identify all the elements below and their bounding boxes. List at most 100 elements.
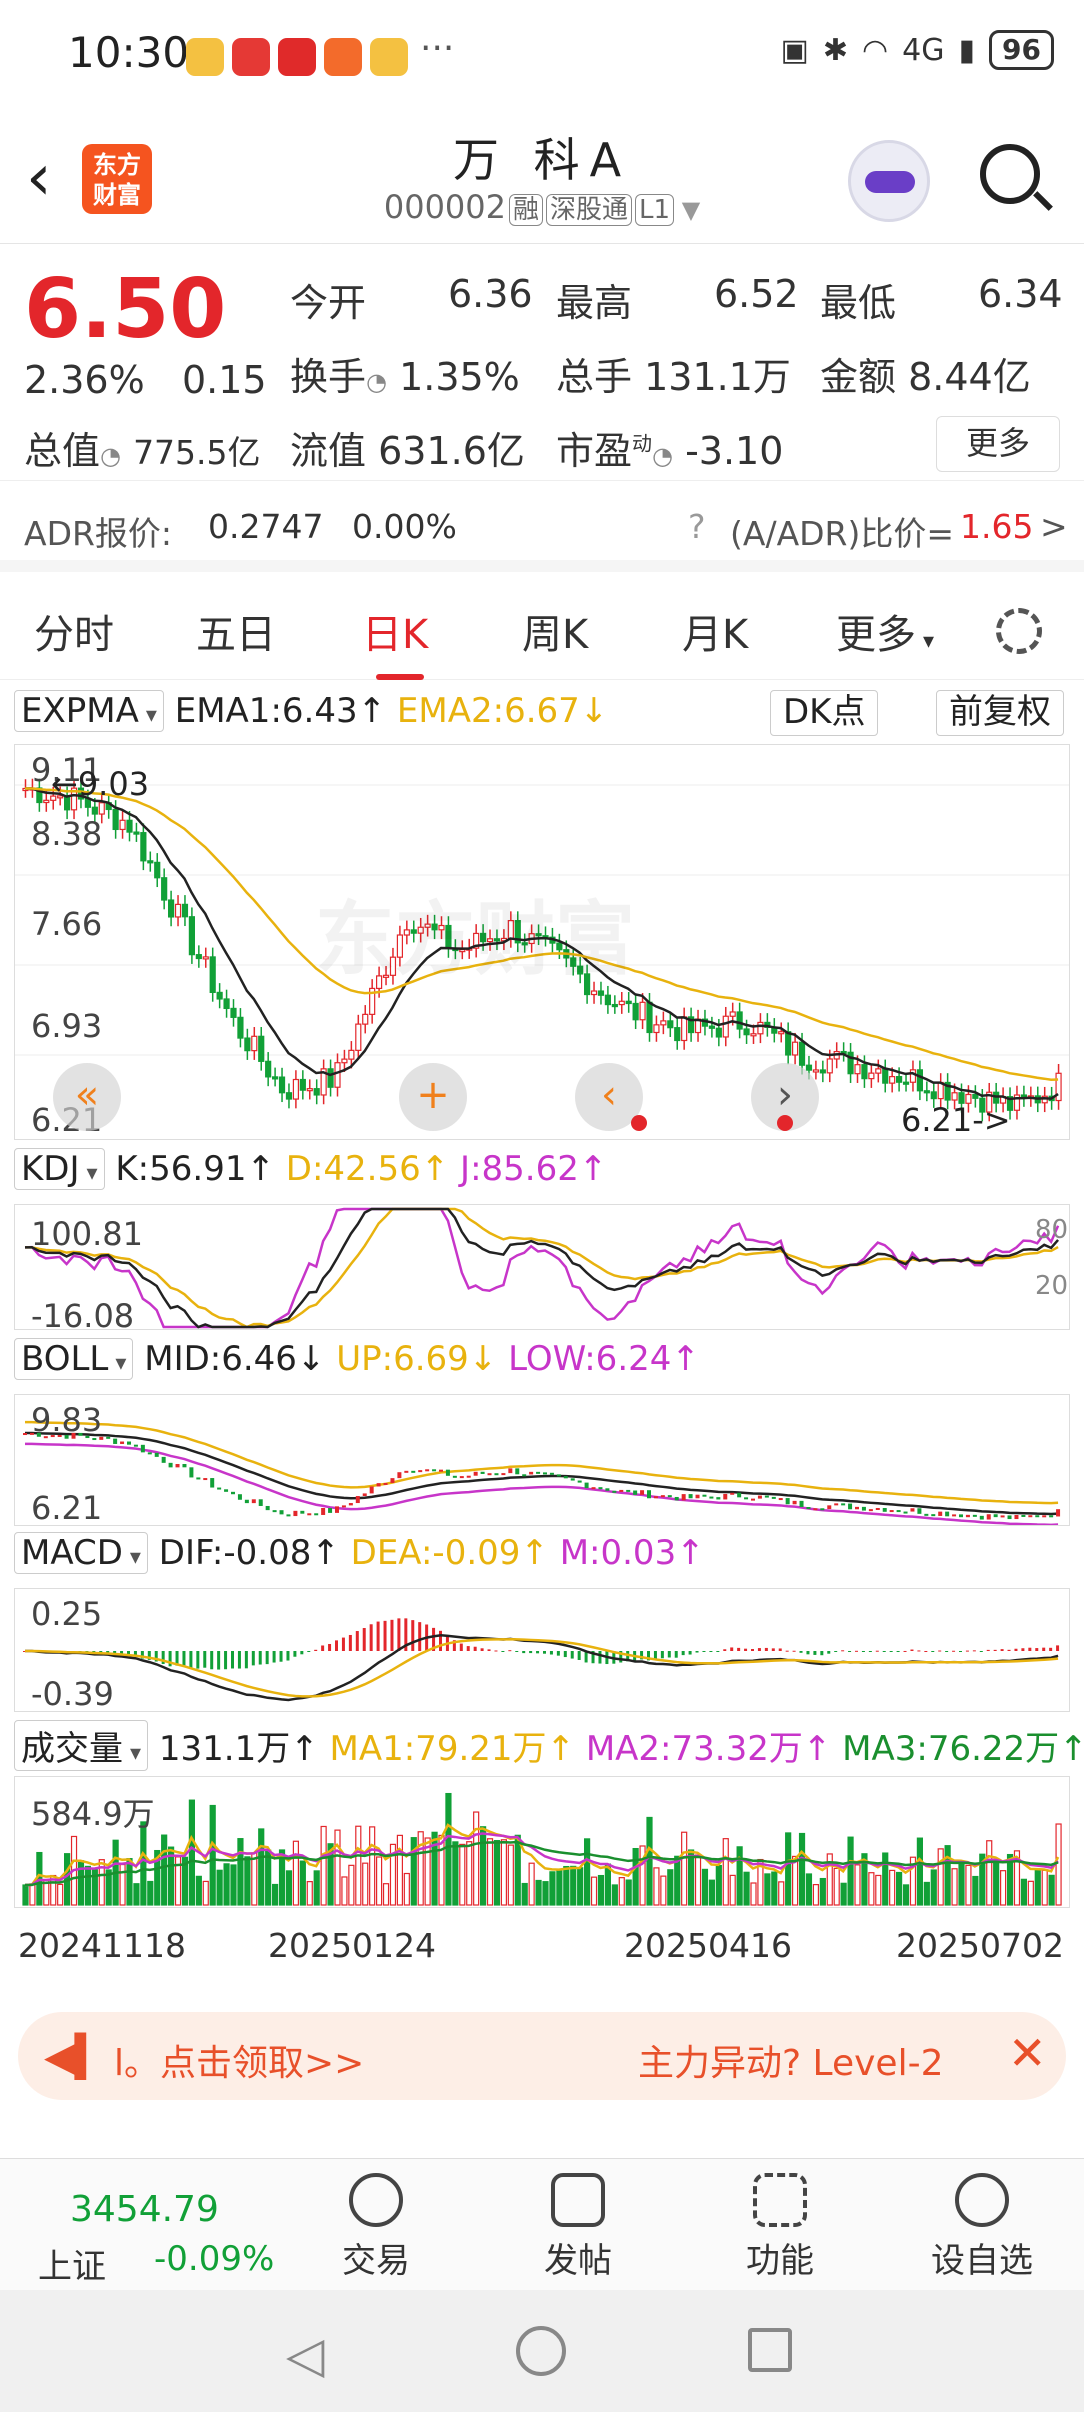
- candle-body: [667, 1020, 674, 1029]
- candle-body: [736, 1011, 743, 1030]
- robot-assistant-icon[interactable]: [848, 140, 930, 222]
- expma-selector[interactable]: EXPMA: [14, 690, 164, 732]
- macd-selector[interactable]: MACD: [14, 1532, 148, 1574]
- macd-bar: [286, 1651, 290, 1661]
- boll-candle: [785, 1498, 790, 1505]
- nav-home-icon[interactable]: [516, 2326, 566, 2376]
- boll-candle: [224, 1489, 229, 1492]
- macd-bar: [314, 1649, 318, 1651]
- boll-candle: [827, 1505, 832, 1510]
- macd-bar: [1000, 1649, 1004, 1651]
- kdj-chart[interactable]: 100.81 -16.08 80 20: [14, 1204, 1070, 1330]
- tab-five-day[interactable]: 五日: [196, 602, 276, 660]
- volume-bar: [285, 1870, 293, 1906]
- index-value[interactable]: 3454.79: [70, 2189, 219, 2230]
- tab-intraday[interactable]: 分时: [34, 602, 114, 660]
- volume-bar: [493, 1839, 501, 1906]
- macd-bar: [709, 1651, 713, 1652]
- expma-row: EXPMA EMA1:6.43↑ EMA2:6.67↓ DK点 前复权: [14, 690, 1070, 740]
- tab-daily-k[interactable]: 日K: [362, 602, 428, 680]
- candle-body: [708, 1025, 716, 1029]
- volume-bar: [951, 1868, 958, 1906]
- index-change[interactable]: -0.09%: [154, 2239, 274, 2279]
- volume-bar: [805, 1873, 813, 1906]
- current-price: 6.50: [24, 262, 227, 357]
- boll-candle: [660, 1495, 665, 1498]
- add-watchlist-button[interactable]: 设自选: [922, 2173, 1042, 2282]
- kline-chart[interactable]: 东方财富 9.11 8.38 7.66 6.93 6.21 ←9.03 6.21…: [14, 744, 1070, 1140]
- low-value: 6.34: [978, 272, 1063, 316]
- candle-body: [327, 1068, 334, 1088]
- trade-button[interactable]: 交易: [316, 2173, 436, 2282]
- nav-back-icon[interactable]: ◁: [286, 2326, 324, 2384]
- dk-point-button[interactable]: DK点: [770, 690, 879, 736]
- close-icon[interactable]: ✕: [1008, 2026, 1047, 2080]
- volume-bar: [230, 1864, 237, 1906]
- macd-bar: [882, 1651, 886, 1652]
- plus-icon[interactable]: +: [399, 1063, 467, 1131]
- candle-body: [791, 1041, 799, 1056]
- volume-bar: [902, 1884, 910, 1906]
- boll-candle: [834, 1503, 839, 1506]
- boll-selector[interactable]: BOLL: [14, 1338, 134, 1380]
- volume-bar: [528, 1862, 535, 1906]
- banner-right-text[interactable]: 主力异动? Level-2: [638, 2034, 943, 2086]
- help-icon[interactable]: ?: [688, 507, 706, 546]
- adr-row[interactable]: ADR报价: 0.2747 0.00% ? (A/ADR)比价= 1.65 >: [0, 480, 1084, 572]
- more-button[interactable]: 更多: [936, 416, 1060, 472]
- zoom-out-icon[interactable]: «: [53, 1063, 121, 1131]
- kdj-selector[interactable]: KDJ: [14, 1148, 105, 1190]
- macd-chart[interactable]: 0.25 -0.39: [14, 1588, 1070, 1712]
- index-name[interactable]: 上证: [38, 2239, 106, 2288]
- chevron-down-icon[interactable]: ▼: [674, 196, 700, 224]
- boll-y-bottom: 6.21: [31, 1489, 103, 1526]
- post-button[interactable]: 发帖: [518, 2173, 638, 2282]
- macd-bar: [938, 1650, 942, 1652]
- macd-bar: [806, 1651, 810, 1655]
- yen-icon: [349, 2173, 403, 2227]
- boll-candle: [404, 1470, 409, 1473]
- adjust-button[interactable]: 前复权: [936, 690, 1064, 736]
- promo-banner[interactable]: ◀▍ l。点击领取>> 主力异动? Level-2 ✕: [18, 2012, 1066, 2100]
- candle-body: [43, 799, 50, 804]
- nav-recent-icon[interactable]: [748, 2328, 792, 2372]
- boll-candle: [619, 1489, 624, 1492]
- boll-candle: [598, 1487, 603, 1490]
- settings-gear-icon[interactable]: [996, 608, 1042, 654]
- volume-bar: [313, 1870, 320, 1906]
- boll-candle: [1000, 1515, 1005, 1518]
- volume-bar: [1027, 1880, 1034, 1906]
- macd-bar: [224, 1651, 228, 1670]
- macd-bar: [293, 1651, 297, 1657]
- volume-bar: [882, 1852, 889, 1906]
- candle-body: [98, 802, 105, 815]
- volume-bar: [681, 1831, 688, 1906]
- boll-candle: [272, 1510, 277, 1513]
- volume-bar: [251, 1852, 258, 1906]
- function-button[interactable]: 功能: [720, 2173, 840, 2282]
- boll-candle: [411, 1470, 416, 1473]
- boll-candle: [952, 1514, 957, 1517]
- volume-bar: [1055, 1823, 1062, 1906]
- tab-more[interactable]: 更多 ▾: [836, 602, 934, 660]
- macd-bar: [771, 1648, 775, 1651]
- kdj-80: 80: [1035, 1215, 1069, 1245]
- tab-weekly-k[interactable]: 周K: [522, 602, 588, 660]
- boll-candle: [459, 1476, 464, 1479]
- macd-bar: [598, 1651, 602, 1664]
- boll-candle: [709, 1496, 714, 1499]
- tab-monthly-k[interactable]: 月K: [682, 602, 748, 660]
- boll-candle: [390, 1478, 395, 1483]
- volume-selector[interactable]: 成交量: [14, 1720, 149, 1771]
- boll-candle: [910, 1508, 915, 1512]
- boll-chart[interactable]: 9.83 6.21: [14, 1394, 1070, 1526]
- macd-bar: [210, 1651, 214, 1670]
- volume-bar: [396, 1834, 403, 1906]
- macd-bar: [279, 1651, 283, 1662]
- weibo-icon: [186, 38, 224, 76]
- search-icon[interactable]: [980, 144, 1040, 204]
- macd-bar: [196, 1651, 200, 1669]
- volume-chart[interactable]: 584.9万: [14, 1776, 1070, 1908]
- banner-left-text[interactable]: l。点击领取>>: [114, 2034, 364, 2086]
- total-value-label: 总值◔ 775.5亿: [24, 429, 261, 473]
